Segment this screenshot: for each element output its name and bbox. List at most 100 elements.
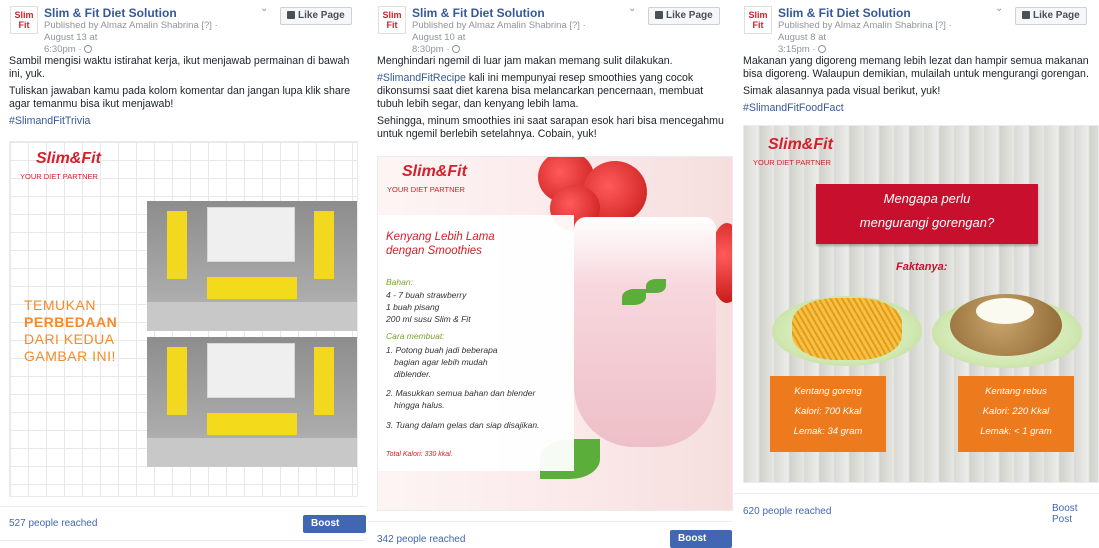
challenge-line: DARI KEDUA [24,331,115,347]
logo-text: Fit [752,20,764,30]
post-header: Slim Fit Slim & Fit Diet Solution Publis… [368,0,732,55]
post-meta: Published by Almaz Amalin Shabrina [?] ·… [44,20,244,56]
boost-post-link[interactable]: Boost Post [1052,503,1099,525]
hashtag-link[interactable]: #SlimandFitFoodFact [743,102,1091,115]
chevron-down-icon[interactable]: ⌄ [995,3,1003,14]
room-picture-bottom [147,337,357,467]
ingredient-item: 1 buah pisang [386,302,440,312]
brand-tagline: YOUR DIET PARTNER [20,172,98,181]
post-text: Sambil mengisi waktu istirahat kerja, ik… [9,55,358,132]
post-paragraph: Sehingga, minum smoothies ini saat sarap… [377,115,724,140]
fact-line: Kentang goreng [794,386,862,397]
help-mark[interactable]: [?] [935,20,946,31]
help-mark[interactable]: [?] [569,20,580,31]
fact-line: Lemak: 34 gram [793,426,863,437]
mint-leaf [622,289,646,305]
like-page-button[interactable]: Like Page [280,7,352,25]
post-time[interactable]: 6:30pm · [44,44,82,55]
post-image[interactable]: Slim&Fit YOUR DIET PARTNER Kenyang Lebih… [377,156,733,511]
challenge-line: PERBEDAAN [24,314,118,330]
post-time[interactable]: 3:15pm · [778,44,816,55]
ingredient-item: 200 ml susu Slim & Fit [386,314,471,324]
boost-post-button[interactable]: Boost Post [303,515,366,547]
post-paragraph: Simak alasannya pada visual berikut, yuk… [743,85,941,97]
publisher-text: Published by Almaz Amalin Shabrina [412,20,567,31]
hashtag-link[interactable]: #SlimandFitTrivia [9,115,358,128]
challenge-line: TEMUKAN [24,297,96,313]
recipe-title: dengan Smoothies [386,245,482,257]
post-text: Makanan yang digoreng memang lebih lezat… [743,55,1091,119]
help-mark[interactable]: [?] [201,20,212,31]
reach-count[interactable]: 342 people reached [377,534,465,545]
yellow-niche [167,211,187,279]
fact-line: Lemak: < 1 gram [980,426,1052,437]
logo-text: Fit [18,20,30,30]
floor [147,302,357,331]
boost-post-button[interactable]: Boost Post [670,530,732,548]
step-line: 2. Masukkan semua bahan dan blender [386,388,536,398]
post-card: Slim Fit Slim & Fit Diet Solution Publis… [368,0,733,548]
post-image[interactable]: Slim&Fit YOUR DIET PARTNER TEMUKAN PERBE… [9,141,358,497]
page-name-link[interactable]: Slim & Fit Diet Solution [44,6,177,20]
globe-icon[interactable] [84,45,93,53]
page-avatar[interactable]: Slim Fit [10,6,38,34]
post-paragraph: Sambil mengisi waktu istirahat kerja, ik… [9,55,350,80]
facts-heading: Faktanya: [896,261,948,273]
step-line: 1. Potong buah jadi beberapa [386,345,498,355]
post-paragraph: #SlimandFitRecipe kali ini mempunyai res… [377,72,724,111]
page-name-link[interactable]: Slim & Fit Diet Solution [412,6,545,20]
post-time[interactable]: 8:30pm · [412,44,450,55]
post-header: Slim Fit Slim & Fit Diet Solution Publis… [0,0,366,55]
page-name-link[interactable]: Slim & Fit Diet Solution [778,6,911,20]
logo-text: Fit [386,20,398,30]
yellow-niche [167,347,187,415]
globe-icon[interactable] [452,45,461,53]
page-avatar[interactable]: Slim Fit [378,6,406,34]
ingredients-label: Bahan: [386,277,413,287]
fact-line: Kalori: 220 Kkal [982,406,1050,417]
brand-logo: Slim&Fit [36,150,101,167]
yellow-niche [314,211,334,279]
logo-text: Slim [382,10,402,20]
brand-tagline: YOUR DIET PARTNER [753,158,831,167]
ingredient-item: 4 - 7 buah strawberry [386,290,467,300]
fact-line: Kentang rebus [985,386,1047,397]
page-avatar[interactable]: Slim Fit [744,6,772,34]
post-card: Slim Fit Slim & Fit Diet Solution Publis… [734,0,1099,548]
thumbs-up-icon [1022,11,1030,19]
brand-logo: Slim&Fit [402,163,467,180]
step-line: hingga halus. [394,400,445,410]
recipe-title: Kenyang Lebih Lama [386,231,495,243]
hashtag-link[interactable]: #SlimandFitRecipe [377,72,466,84]
chevron-down-icon[interactable]: ⌄ [260,3,268,14]
like-page-button[interactable]: Like Page [1015,7,1087,25]
yellow-bed [207,413,297,435]
post-meta: Published by Almaz Amalin Shabrina [?] ·… [412,20,612,56]
reach-count[interactable]: 620 people reached [743,506,831,517]
post-image[interactable]: Slim&Fit YOUR DIET PARTNER Mengapa perlu… [743,125,1099,483]
fact-line: Kalori: 700 Kkal [794,406,862,417]
mint-leaf [646,279,666,293]
globe-icon[interactable] [818,45,827,53]
french-fries [792,298,902,360]
reach-count[interactable]: 527 people reached [9,518,97,529]
banner-line: Mengapa perlu [883,191,971,206]
divider [368,521,732,522]
thumbs-up-icon [287,11,295,19]
chevron-down-icon[interactable]: ⌄ [628,3,636,14]
post-text: Menghindari ngemil di luar jam makan mem… [377,55,724,145]
step-line: 3. Tuang dalam gelas dan siap disajikan. [386,420,540,430]
publisher-text: Published by Almaz Amalin Shabrina [44,20,199,31]
post-paragraph: Makanan yang digoreng memang lebih lezat… [743,55,1089,80]
like-page-button[interactable]: Like Page [648,7,720,25]
shelf-unit [207,207,295,262]
post-card: Slim Fit Slim & Fit Diet Solution Publis… [0,0,366,548]
steps-label: Cara membuat: [386,331,445,341]
total-calories: Total Kalori: 330 kkal. [386,451,453,458]
logo-text: Slim [14,10,34,20]
post-meta: Published by Almaz Amalin Shabrina [?] ·… [778,20,978,56]
banner-line: mengurangi gorengan? [859,215,995,230]
post-header: Slim Fit Slim & Fit Diet Solution Publis… [734,0,1099,55]
divider [734,493,1099,494]
yellow-bed [207,277,297,299]
